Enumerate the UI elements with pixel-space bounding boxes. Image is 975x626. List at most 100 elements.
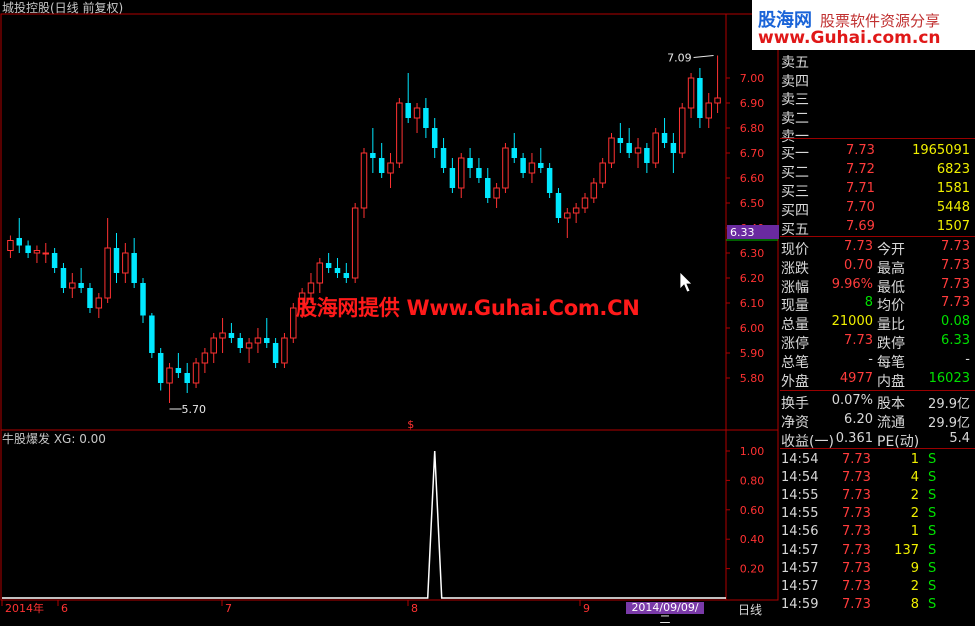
candle-body-down: [370, 153, 376, 158]
candle-body-up: [564, 212, 571, 219]
quote-row: 涨停 7.73 跌停 6.33: [780, 333, 975, 352]
price-axis-label: 7.00: [740, 72, 765, 85]
logo-url: www.Guhai.com.cn: [758, 28, 941, 48]
buy-level-volume: 6823: [936, 162, 970, 177]
sell-level: 卖三: [780, 89, 975, 108]
period-label[interactable]: 日线: [738, 601, 762, 618]
candle-body-down: [149, 315, 155, 353]
tick-time: 14:55: [781, 506, 819, 522]
quote-value: 7.73: [941, 276, 970, 292]
quote-row: 现量 8 均价 7.73: [780, 295, 975, 315]
buy-level: 买二 7.72 6823: [780, 162, 975, 181]
tick-time: 14:57: [781, 542, 819, 558]
tick-price: 7.73: [842, 524, 871, 540]
quote-value: 0.70: [844, 257, 873, 273]
tick-row: 14:57 7.73 9 S: [780, 561, 975, 579]
price-axis-label: 6.80: [740, 122, 765, 135]
price-axis-label: 6.90: [740, 97, 765, 110]
candle-body-down: [334, 268, 341, 273]
fundamental-row: 净资 6.20 流通 29.9亿: [780, 412, 975, 431]
quote-label: 总笔: [781, 354, 809, 371]
chart-title: 城投控股(日线 前复权): [2, 1, 124, 15]
sep-sell-buy: [780, 138, 975, 139]
sell-level: 卖一: [780, 126, 975, 145]
candle-body-up: [104, 247, 111, 299]
buy-level: 买一 7.73 1965091: [780, 143, 975, 162]
fundamental-row: 换手 0.07% 股本 29.9亿: [780, 393, 975, 412]
tick-volume: 1: [910, 452, 919, 467]
site-logo[interactable]: 股海网 股票软件资源分享 www.Guhai.com.cn: [752, 0, 975, 50]
candle-body-up: [351, 207, 359, 279]
quote-label: 跌停: [877, 336, 905, 352]
quote-value: 7.73: [844, 333, 873, 348]
quote-row: 外盘 4977 内盘 16023: [780, 370, 975, 390]
tick-row: 14:59 7.73 8 S: [780, 597, 975, 615]
fundamental-label: 净资: [781, 415, 809, 431]
candle-body-down: [237, 338, 243, 348]
quote-value: 4977: [839, 370, 873, 386]
sell-level: 卖四: [780, 71, 975, 90]
tick-row: 14:56 7.73 1 S: [780, 524, 975, 542]
quote-label: 量比: [877, 317, 905, 334]
watermark: 股海网提供 Www.Guhai.Com.CN: [296, 296, 640, 320]
sep-quote-fund: [780, 390, 975, 391]
time-axis-label: 7: [225, 602, 232, 614]
candle-body-down: [670, 143, 677, 153]
tick-volume: 137: [894, 542, 919, 558]
candle-body-up: [192, 362, 200, 384]
quote-row: 涨跌 0.70 最高 7.73: [780, 257, 975, 277]
candle-body-up: [608, 137, 615, 164]
buy-level-price: 7.73: [846, 143, 875, 158]
quote-label: 均价: [877, 298, 905, 315]
quote-label: 最高: [877, 260, 905, 277]
buy-level-volume: 1507: [936, 219, 970, 234]
buy-level-label: 买三: [781, 184, 809, 200]
sell-level: 卖二: [780, 108, 975, 127]
candle-body-up: [360, 152, 368, 209]
tick-price: 7.73: [842, 470, 871, 486]
fundamental-label: 股本: [877, 396, 905, 412]
fundamental-value: 29.9亿: [928, 416, 970, 431]
candle-body-up: [33, 250, 41, 254]
tick-price: 7.73: [842, 596, 871, 612]
candle-body-up: [254, 337, 262, 344]
candle-body-up: [705, 102, 712, 119]
sell-level-label: 卖四: [781, 73, 809, 90]
tick-row: 14:54 7.73 4 S: [780, 470, 975, 488]
tick-row: 14:54 7.73 1 S: [780, 452, 975, 470]
quote-label: 现价: [781, 242, 809, 258]
quote-row: 涨幅 9.96% 最低 7.73: [780, 276, 975, 296]
fundamental-value: 0.07%: [831, 393, 873, 408]
candle-body-up: [281, 337, 288, 364]
tick-volume: 2: [910, 578, 919, 594]
tick-side: S: [928, 596, 937, 612]
indicator-axis-label: 0.60: [740, 504, 765, 517]
sell-level: 卖五: [780, 52, 975, 71]
quote-value: 7.73: [941, 257, 970, 273]
price-pane-frame: [0, 13, 779, 431]
indicator-axis-label: 0.40: [740, 533, 765, 546]
candle-body-down: [87, 288, 93, 308]
candle-body-up: [95, 297, 103, 309]
quote-label: 内盘: [877, 373, 905, 390]
candle-body-down: [343, 273, 350, 278]
candle-body-down: [467, 158, 473, 168]
high-label: 7.09: [667, 52, 692, 65]
tick-price: 7.73: [842, 506, 871, 522]
time-axis-label: 8: [411, 602, 418, 614]
buy-level: 买五 7.69 1507: [780, 219, 975, 238]
mouse-cursor-icon: [679, 271, 693, 293]
quote-value: 7.73: [941, 295, 970, 311]
candle-body-up: [396, 102, 403, 164]
quote-label: 外盘: [781, 373, 809, 390]
price-axis-label: 6.70: [740, 147, 765, 160]
fundamental-row: 收益(一) 0.361 PE(动) 5.4: [780, 431, 975, 450]
candle-body-up: [714, 97, 721, 104]
candle-body-down: [51, 253, 58, 268]
indicator-axis-label: 0.20: [740, 563, 765, 576]
price-axis-label: 6.10: [740, 297, 765, 310]
buy-level-volume: 1965091: [912, 143, 970, 158]
candle-body-down: [405, 103, 411, 118]
quote-value: 16023: [928, 370, 970, 386]
quote-label: 最低: [877, 279, 905, 296]
